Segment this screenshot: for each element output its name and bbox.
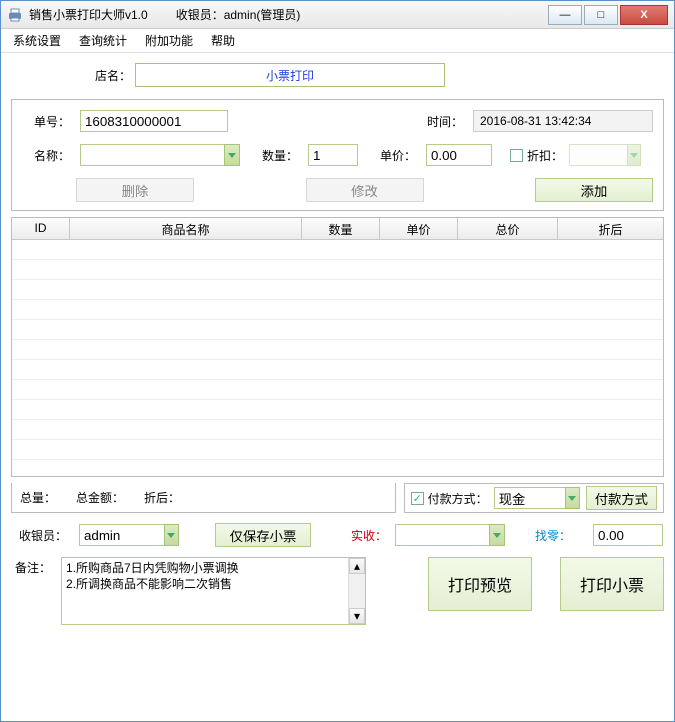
change-label: 找零： (535, 527, 571, 544)
save-only-button[interactable]: 仅保存小票 (215, 523, 311, 547)
menubar: 系统设置 查询统计 附加功能 帮助 (1, 29, 674, 53)
chevron-down-icon[interactable] (164, 524, 179, 546)
checkbox-checked-icon: ✓ (411, 492, 424, 505)
app-window: 销售小票打印大师v1.0 收银员：admin(管理员) — □ X 系统设置 查… (0, 0, 675, 722)
remark-text[interactable]: 1.所购商品7日内凭购物小票调换 2.所调换商品不能影响二次销售 (62, 558, 348, 624)
product-name-dropdown-button[interactable] (224, 144, 240, 166)
scroll-up-icon[interactable]: ▴ (349, 558, 365, 574)
product-name-label: 名称： (22, 147, 70, 164)
menu-query-stats[interactable]: 查询统计 (71, 30, 135, 51)
remark-textarea[interactable]: 1.所购商品7日内凭购物小票调换 2.所调换商品不能影响二次销售 ▴ ▾ (61, 557, 366, 625)
product-name-combo[interactable] (80, 144, 240, 166)
remark-row: 备注： 1.所购商品7日内凭购物小票调换 2.所调换商品不能影响二次销售 ▴ ▾… (11, 557, 664, 625)
price-input[interactable] (426, 144, 492, 166)
order-time-label: 时间： (415, 113, 463, 130)
titlebar: 销售小票打印大师v1.0 收银员：admin(管理员) — □ X (1, 1, 674, 29)
total-amount-label: 总金额： (76, 489, 124, 506)
cashier-input[interactable] (79, 524, 164, 546)
chevron-down-icon (627, 144, 641, 166)
order-panel: 单号： 时间： 2016-08-31 13:42:34 名称： 数量： 单价： (11, 99, 664, 211)
content-area: 店名： 小票打印 单号： 时间： 2016-08-31 13:42:34 名称：… (1, 53, 674, 721)
col-price[interactable]: 单价 (380, 218, 458, 239)
items-table: ID 商品名称 数量 单价 总价 折后 (11, 217, 664, 477)
payment-method-combo[interactable] (494, 487, 580, 509)
discount-label: 折扣： (527, 147, 563, 164)
add-button[interactable]: 添加 (535, 178, 653, 202)
shopname-label: 店名： (11, 67, 131, 84)
checkbox-icon (510, 149, 523, 162)
totals-bar: 总量： 总金额： 折后： (11, 483, 396, 513)
qty-label: 数量： (256, 147, 298, 164)
order-time-display: 2016-08-31 13:42:34 (473, 110, 653, 132)
discount-checkbox[interactable]: 折扣： (510, 147, 563, 164)
print-preview-button[interactable]: 打印预览 (428, 557, 532, 611)
col-name[interactable]: 商品名称 (70, 218, 302, 239)
payment-method-button[interactable]: 付款方式 (586, 486, 657, 510)
qty-input[interactable] (308, 144, 358, 166)
col-after[interactable]: 折后 (558, 218, 663, 239)
remark-label: 备注： (11, 557, 51, 576)
scroll-down-icon[interactable]: ▾ (349, 608, 365, 624)
cashier-label: 收银员： (11, 527, 67, 544)
table-header: ID 商品名称 数量 单价 总价 折后 (12, 218, 663, 240)
chevron-down-icon[interactable] (565, 487, 580, 509)
order-no-input[interactable] (80, 110, 228, 132)
order-no-label: 单号： (22, 113, 70, 130)
payment-method-checkbox[interactable]: ✓ 付款方式： (411, 490, 488, 507)
payment-method-input[interactable] (494, 487, 565, 509)
received-label: 实收： (351, 527, 387, 544)
maximize-button[interactable]: □ (584, 5, 618, 25)
delete-button: 删除 (76, 178, 194, 202)
print-receipt-button[interactable]: 打印小票 (560, 557, 664, 611)
chevron-down-icon[interactable] (489, 524, 505, 546)
shopname-row: 店名： 小票打印 (11, 63, 664, 87)
product-name-input[interactable] (80, 144, 224, 166)
cashier-row: 收银员： 仅保存小票 实收： 找零： (11, 523, 664, 547)
change-output (593, 524, 663, 546)
col-id[interactable]: ID (12, 218, 70, 239)
modify-button: 修改 (306, 178, 424, 202)
received-input[interactable] (395, 524, 489, 546)
discount-combo (569, 144, 641, 166)
col-qty[interactable]: 数量 (302, 218, 380, 239)
chevron-down-icon (228, 153, 236, 158)
menu-system-settings[interactable]: 系统设置 (5, 30, 69, 51)
col-total[interactable]: 总价 (458, 218, 558, 239)
received-combo[interactable] (395, 524, 505, 546)
printer-icon (7, 8, 23, 22)
window-title: 销售小票打印大师v1.0 (29, 6, 148, 23)
table-body[interactable] (12, 240, 663, 476)
shopname-box[interactable]: 小票打印 (135, 63, 445, 87)
close-button[interactable]: X (620, 5, 668, 25)
total-after-label: 折后： (144, 489, 180, 506)
menu-help[interactable]: 帮助 (203, 30, 243, 51)
price-label: 单价： (374, 147, 416, 164)
cashier-combo[interactable] (79, 524, 179, 546)
menu-addons[interactable]: 附加功能 (137, 30, 201, 51)
remark-scrollbar[interactable]: ▴ ▾ (348, 558, 365, 624)
total-qty-label: 总量： (20, 489, 56, 506)
payment-bar: ✓ 付款方式： 付款方式 (404, 483, 664, 513)
payment-method-label: 付款方式： (428, 490, 488, 507)
window-user: 收银员：admin(管理员) (176, 6, 301, 23)
minimize-button[interactable]: — (548, 5, 582, 25)
